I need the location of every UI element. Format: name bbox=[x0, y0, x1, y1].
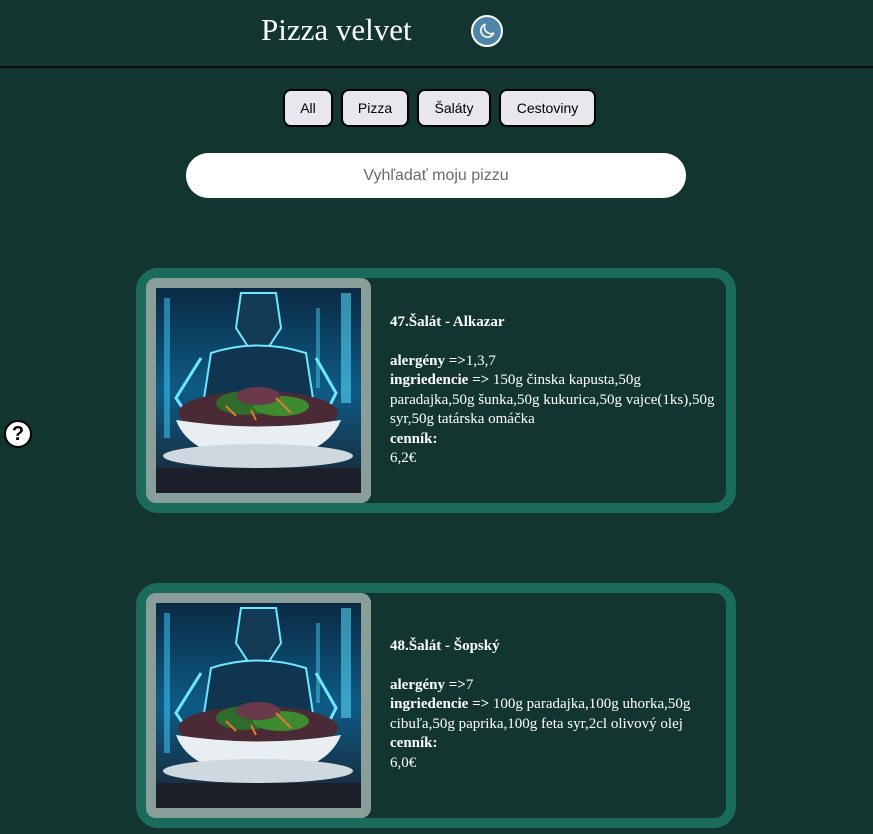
filter-pasta-button[interactable]: Cestoviny bbox=[499, 89, 596, 127]
salad-robot-image bbox=[156, 288, 361, 493]
allergens-value: 1,3,7 bbox=[465, 352, 496, 369]
menu-item-card: 47.Šalát - Alkazar alergény =>1,3,7 ingr… bbox=[136, 268, 736, 513]
help-button[interactable]: ? bbox=[4, 420, 32, 448]
ingredients-label: ingriedencie => bbox=[390, 372, 490, 388]
menu-item-info: 48.Šalát - Šopský alergény =>7 ingrieden… bbox=[390, 637, 720, 773]
ingredients-line: ingriedencie => 100g paradajka,100g uhor… bbox=[390, 695, 720, 734]
menu-item-name: 47.Šalát - Alkazar bbox=[390, 314, 505, 330]
menu-item-image-frame bbox=[146, 593, 371, 818]
page-title: Pizza velvet bbox=[261, 12, 412, 47]
menu-item-image-frame bbox=[146, 278, 371, 503]
theme-toggle-button[interactable] bbox=[471, 15, 503, 47]
filter-salads-button[interactable]: Šaláty bbox=[417, 89, 491, 127]
allergens-label: alergény => bbox=[390, 676, 466, 693]
filter-all-button[interactable]: All bbox=[283, 89, 333, 127]
filter-pizza-button[interactable]: Pizza bbox=[341, 89, 409, 127]
menu-item-info: 47.Šalát - Alkazar alergény =>1,3,7 ingr… bbox=[390, 313, 720, 469]
moon-icon bbox=[480, 23, 495, 38]
header: Pizza velvet bbox=[0, 0, 873, 68]
menu-item-name: 48.Šalát - Šopský bbox=[390, 638, 500, 654]
category-filters: All Pizza Šaláty Cestoviny bbox=[0, 89, 873, 127]
menu-item-card: 48.Šalát - Šopský alergény =>7 ingrieden… bbox=[136, 583, 736, 828]
ingredients-line: ingriedencie => 150g činska kapusta,50g … bbox=[390, 371, 720, 430]
allergens-line: alergény =>7 bbox=[390, 676, 720, 696]
allergens-label: alergény => bbox=[390, 352, 466, 369]
search-input[interactable] bbox=[186, 153, 686, 198]
salad-robot-image bbox=[156, 603, 361, 808]
price-label: cenník: bbox=[390, 430, 438, 447]
allergens-line: alergény =>1,3,7 bbox=[390, 352, 720, 372]
allergens-value: 7 bbox=[465, 676, 474, 693]
ingredients-label: ingriedencie => bbox=[390, 696, 490, 712]
price-label: cenník: bbox=[390, 735, 438, 751]
price-value: 6,2€ bbox=[390, 450, 417, 466]
price-value: 6,0€ bbox=[390, 754, 417, 771]
